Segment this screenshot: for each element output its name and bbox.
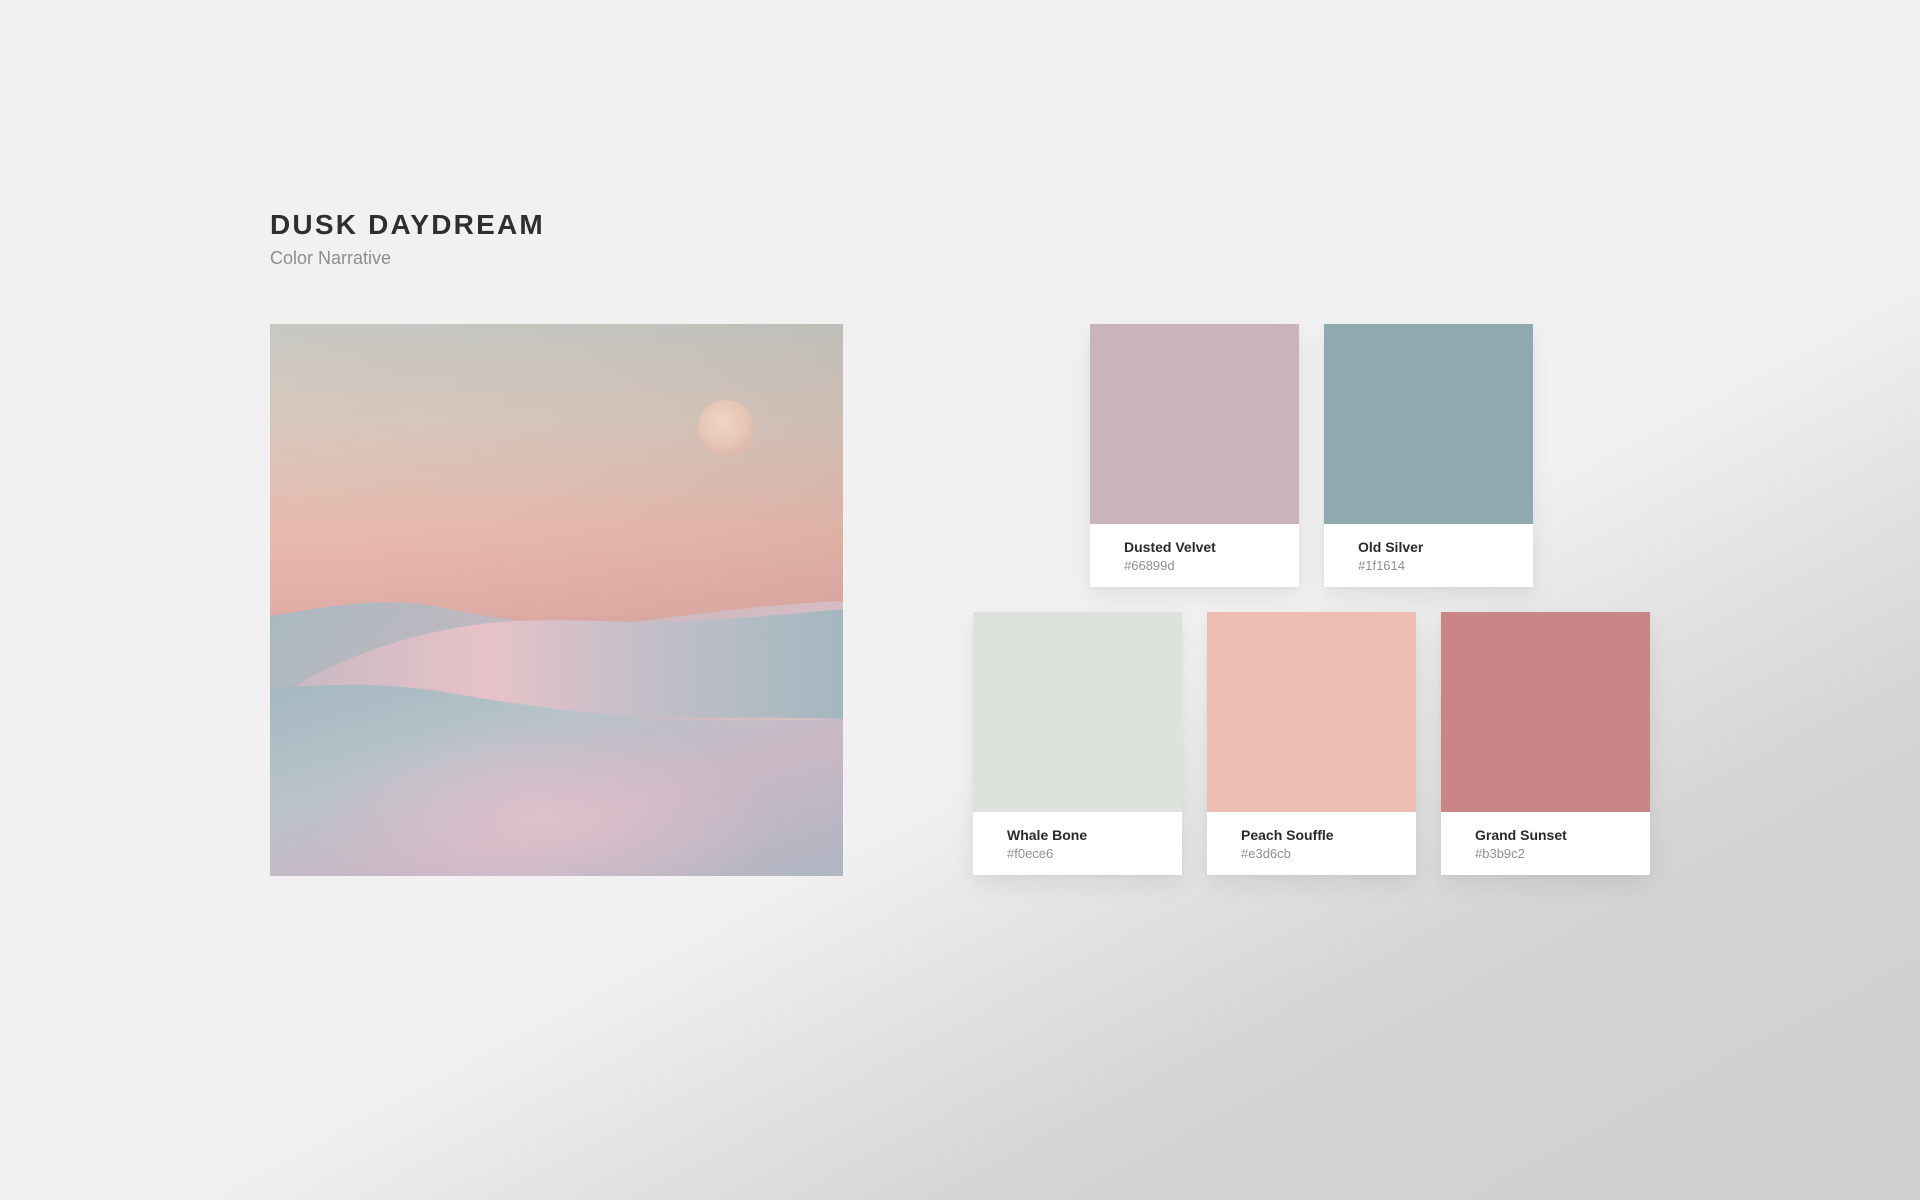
- desert-dunes-photo: [270, 324, 843, 876]
- swatch-hex: #e3d6cb: [1241, 846, 1291, 861]
- swatch-grand-sunset[interactable]: Grand Sunset #b3b9c2: [1441, 612, 1650, 875]
- color-chip: [1324, 324, 1533, 524]
- page-subtitle: Color Narrative: [270, 248, 392, 268]
- swatch-hex: #b3b9c2: [1475, 846, 1525, 861]
- color-chip: [973, 612, 1182, 812]
- swatch-name: Whale Bone: [1007, 827, 1088, 843]
- swatch-hex: #1f1614: [1358, 558, 1405, 573]
- swatch-name: Old Silver: [1358, 539, 1424, 555]
- swatch-peach-souffle[interactable]: Peach Souffle #e3d6cb: [1207, 612, 1416, 875]
- swatch-hex: #66899d: [1124, 558, 1175, 573]
- swatch-name: Dusted Velvet: [1124, 539, 1216, 555]
- header: DUSK DAYDREAM Color Narrative: [270, 208, 545, 270]
- color-chip: [1207, 612, 1416, 812]
- swatch-hex: #f0ece6: [1007, 846, 1054, 861]
- swatch-old-silver[interactable]: Old Silver #1f1614: [1324, 324, 1533, 587]
- page-title: DUSK DAYDREAM: [270, 209, 545, 240]
- swatch-whale-bone[interactable]: Whale Bone #f0ece6: [973, 612, 1182, 875]
- color-chip: [1090, 324, 1299, 524]
- swatch-name: Grand Sunset: [1475, 827, 1567, 843]
- swatch-name: Peach Souffle: [1241, 827, 1334, 843]
- swatch-dusted-velvet[interactable]: Dusted Velvet #66899d: [1090, 324, 1299, 587]
- color-chip: [1441, 612, 1650, 812]
